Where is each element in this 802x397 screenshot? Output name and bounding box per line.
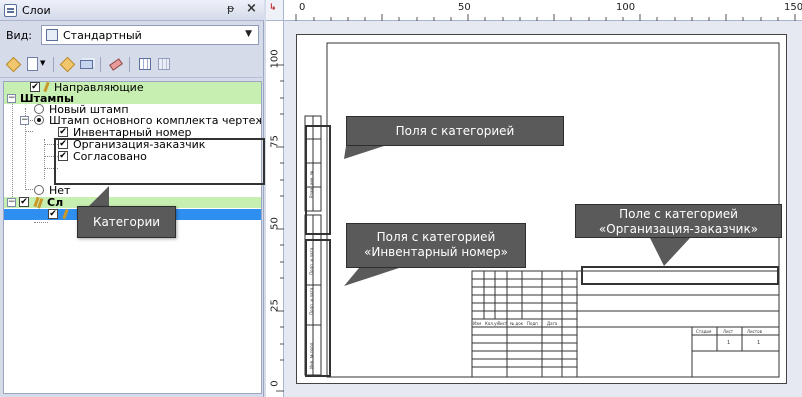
ruler-left-label: 75 — [269, 135, 281, 148]
eraser-icon — [109, 58, 123, 71]
ruler-top-label: 100 — [616, 2, 636, 13]
new-layer-icon — [5, 56, 22, 73]
tree-row-main-stamp[interactable]: − Штамп основного комплекта чертежей — [4, 115, 261, 126]
ruler-left-label: 50 — [269, 217, 281, 230]
none-radio[interactable] — [34, 185, 44, 195]
close-icon[interactable]: × — [246, 1, 257, 16]
dropdown-arrow-icon: ▼ — [40, 59, 46, 67]
view-select[interactable]: Стандартный ▼ — [41, 25, 259, 45]
tb-right-label: Стадия — [696, 329, 712, 334]
tree-label: Нет — [49, 184, 71, 197]
new-stamp-radio[interactable] — [34, 104, 44, 114]
tree-row-category[interactable]: ✔ Инвентарный номер — [4, 127, 261, 138]
view-select-value: Стандартный — [63, 29, 142, 42]
ruler-top-label: 150 — [784, 2, 802, 13]
callout-customer-line: «Организация-заказчик» — [598, 222, 759, 236]
layers-stack-icon — [80, 60, 93, 69]
layer-props-icon — [59, 56, 76, 73]
callout-customer-line: Поле с категорией — [619, 207, 738, 221]
tree-row-stamps[interactable]: − Штампы — [4, 93, 261, 104]
ruler-left-ticks — [276, 64, 284, 392]
callout-agreed: Поля с категорией «Согласовано» — [346, 116, 564, 166]
page-icon — [27, 57, 38, 71]
ruler-top: 0 50 100 150 — [284, 0, 802, 21]
callout-inventory-line: Поля с категорией — [376, 230, 496, 244]
tree-label: Инвентарный номер — [73, 126, 192, 139]
new-layer-button[interactable] — [5, 56, 23, 73]
collapse-icon[interactable]: − — [7, 198, 16, 207]
pencil-icon — [62, 208, 69, 220]
layer-checkbox[interactable]: ✔ — [48, 209, 58, 219]
ruler-top-ticks — [295, 14, 796, 21]
layers-panel: Слои ᵽ × Вид: Стандартный ▼ ▼ ✔ Направля… — [0, 0, 265, 397]
layer-props-button[interactable] — [59, 56, 77, 73]
view-row: Вид: Стандартный ▼ — [0, 24, 264, 48]
guides-checkbox[interactable]: ✔ — [30, 82, 40, 92]
ruler-top-label: 50 — [458, 2, 471, 13]
ruler-left-label: 0 — [269, 380, 281, 387]
toolbar-separator — [129, 57, 130, 72]
ruler-origin-icon: ↳ — [269, 3, 277, 13]
ruler-left-label: 25 — [269, 299, 281, 312]
tree-row-none[interactable]: Нет — [4, 185, 261, 196]
ruler-left: 100 75 50 25 0 — [266, 21, 284, 397]
tb-col-label: Подп — [527, 321, 538, 326]
ruler-left-label: 100 — [269, 49, 281, 69]
sheets-total: 1 — [757, 340, 761, 346]
view-label: Вид: — [6, 29, 33, 42]
callout-tail — [87, 186, 109, 208]
panel-title: Слои — [22, 4, 51, 17]
ruler-corner[interactable]: ↳ — [266, 0, 284, 21]
new-page-dropdown[interactable]: ▼ — [40, 56, 48, 73]
main-stamp-radio[interactable] — [34, 115, 44, 125]
tb-col-label: Изм — [473, 321, 482, 326]
toolbar-separator — [53, 57, 54, 72]
callout-categories: Категории — [77, 206, 176, 238]
layers-icon — [4, 4, 17, 17]
collapse-icon[interactable]: − — [20, 116, 29, 125]
callout-customer: Поле с категорией «Организация-заказчик» — [575, 204, 782, 238]
pencil-icon — [43, 82, 50, 93]
grid-add-button[interactable] — [155, 56, 173, 73]
tb-col-label: Дата — [547, 321, 558, 326]
tb-right-label: Лист — [723, 329, 734, 334]
collapse-icon[interactable]: − — [7, 94, 16, 103]
grid-add-icon — [158, 58, 170, 70]
view-icon — [46, 29, 58, 41]
grid-icon — [139, 58, 151, 70]
tb-col-label: № док — [510, 321, 524, 326]
ruler-top-label: 0 — [299, 2, 306, 13]
category-checkbox[interactable]: ✔ — [58, 127, 68, 137]
tree-label: Штамп основного комплекта чертежей — [49, 114, 262, 127]
delete-layer-button[interactable] — [107, 56, 125, 73]
chevron-down-icon[interactable]: ▼ — [245, 29, 252, 39]
inventory-fields-highlight — [305, 239, 331, 377]
callout-inventory-line: «Инвентарный номер» — [364, 245, 508, 259]
callout-inventory: Поля с категорией «Инвентарный номер» — [346, 223, 526, 268]
tb-col-label: Лист — [497, 321, 508, 326]
tb-right-label: Листов — [747, 329, 762, 334]
layers-checkbox[interactable]: ✔ — [19, 197, 29, 207]
grid-button[interactable] — [136, 56, 154, 73]
layers-stack-button[interactable] — [78, 56, 96, 73]
toolbar-separator — [100, 57, 101, 72]
tree-label: Сл — [47, 196, 64, 209]
panel-header: Слои ᵽ × — [0, 0, 264, 21]
categories-highlight — [54, 138, 265, 185]
pin-icon[interactable]: ᵽ — [227, 2, 234, 15]
sheet-number: 1 — [727, 340, 731, 346]
layers-toolbar: ▼ — [0, 52, 264, 78]
agreed-fields-highlight — [305, 125, 331, 235]
drawing-area: ↳ 0 50 100 150 100 75 50 25 0 Взам. инв.… — [266, 0, 802, 397]
pencil-icon — [33, 196, 40, 208]
drawing-canvas[interactable]: Взам. инв. № Подп. и дата Подп. и дата И… — [284, 21, 802, 397]
customer-field-highlight — [581, 266, 779, 285]
